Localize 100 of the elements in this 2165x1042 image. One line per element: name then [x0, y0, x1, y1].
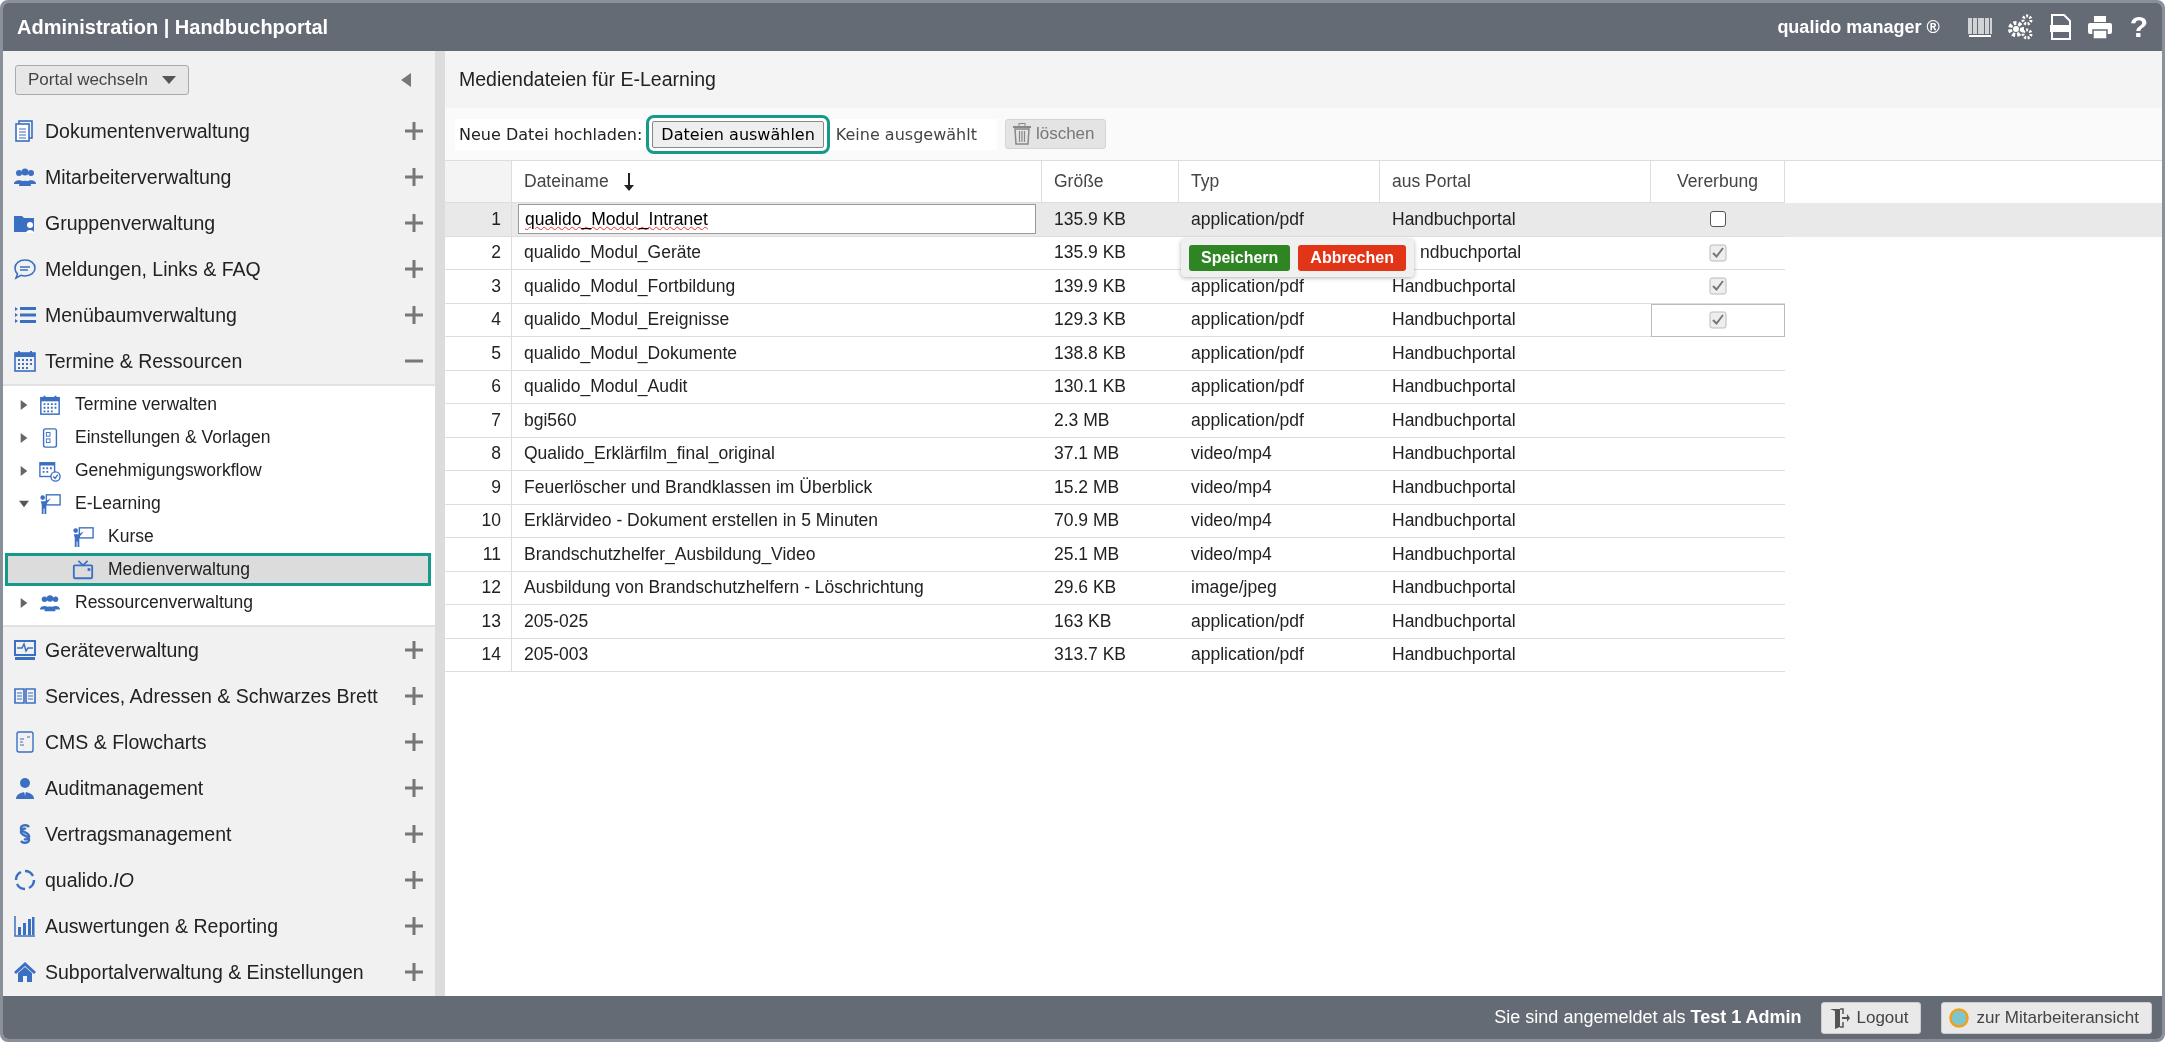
plus-icon[interactable]: [405, 871, 423, 889]
plus-icon[interactable]: [405, 260, 423, 278]
tree-item[interactable]: Genehmigungsworkflow: [75, 460, 262, 481]
table-cell: Erklärvideo - Dokument erstellen in 5 Minuten: [524, 510, 879, 532]
sidebar-item[interactable]: Geräteverwaltung: [45, 638, 199, 662]
table-cell: 130.1 KB: [1054, 376, 1126, 398]
table-row[interactable]: 9 Feuerlöscher und Brandklassen im Überblick 15.2 MB video/mp4 Handbuchportal: [445, 471, 2162, 505]
table-row[interactable]: 4 qualido_Modul_Ereignisse 129.3 KB application/pdf Handbuchportal: [445, 303, 2162, 337]
tree-item[interactable]: Ressourcenverwaltung: [75, 592, 253, 613]
table-row[interactable]: 14 205-003 313.7 KB application/pdf Handbuchportal: [445, 638, 2162, 672]
table-row[interactable]: 5 qualido_Modul_Dokumente 138.8 KB application/pdf Handbuchportal: [445, 337, 2162, 371]
table-row[interactable]: 7 bgi560 2.3 MB application/pdf Handbuchportal: [445, 404, 2162, 438]
help-button[interactable]: ?: [2129, 10, 2148, 44]
plus-icon[interactable]: [405, 963, 423, 981]
table-row[interactable]: 12 Ausbildung von Brandschutzhelfern - Löschrichtung 29.6 KB image/jpeg Handbuchportal: [445, 571, 2162, 605]
plus-icon[interactable]: [405, 122, 423, 140]
panel-title: Mediendateien für E-Learning: [445, 51, 2162, 108]
logout-button[interactable]: Logout: [1821, 1001, 1922, 1034]
table-cell: Handbuchportal: [1392, 577, 1516, 599]
table-cell: 29.6 KB: [1054, 577, 1117, 599]
table-row[interactable]: 3 qualido_Modul_Fortbildung 139.9 KB application/pdf Handbuchportal: [445, 270, 2162, 304]
table-cell: 15.2 MB: [1054, 476, 1120, 498]
table-cell: 70.9 MB: [1054, 510, 1120, 532]
checkbox[interactable]: [1710, 211, 1726, 228]
table-cell: qualido_Modul_Dokumente: [524, 342, 738, 364]
table-row[interactable]: 6 qualido_Modul_Audit 130.1 KB application/pdf Handbuchportal: [445, 370, 2162, 404]
table-row[interactable]: 10 Erklärvideo - Dokument erstellen in 5 Minuten 70.9 MB video/mp4 Handbuchportal: [445, 504, 2162, 538]
tree-item[interactable]: Kurse: [5, 520, 431, 553]
sidebar-item[interactable]: Auditmanagement: [45, 776, 204, 800]
plus-icon[interactable]: [405, 825, 423, 843]
table-cell: Handbuchportal: [1392, 644, 1516, 666]
row-number: 12: [481, 577, 501, 599]
table-cell: application/pdf: [1191, 644, 1304, 666]
door-exit-icon: [1828, 1006, 1851, 1029]
sidebar-item[interactable]: Subportalverwaltung & Einstellungen: [45, 960, 364, 984]
checkbox[interactable]: [1709, 311, 1727, 330]
table-cell: 163 KB: [1054, 610, 1112, 632]
table-cell: application/pdf: [1191, 610, 1304, 632]
page-icon: [13, 730, 37, 754]
sidebar-item[interactable]: Meldungen, Links & FAQ: [45, 257, 261, 281]
sidebar-item[interactable]: Menübaumverwaltung: [45, 303, 237, 327]
plus-icon[interactable]: [405, 168, 423, 186]
caret-right-icon[interactable]: [19, 398, 29, 411]
upload-label: Neue Datei hochladen:: [459, 124, 643, 144]
sidebar-item[interactable]: Auswertungen & Reporting: [45, 914, 279, 938]
row-number: 11: [482, 543, 501, 565]
collapse-icon[interactable]: [401, 72, 411, 87]
table-cell: 139.9 KB: [1054, 275, 1126, 297]
printer-icon[interactable]: [2085, 13, 2114, 41]
table-cell: 2.3 MB: [1054, 409, 1110, 431]
table-row[interactable]: 1 qualido_Modul_Intranet 135.9 KB application/pdf Handbuchportal: [445, 203, 2162, 237]
table-row[interactable]: 13 205-025 163 KB application/pdf Handbuchportal: [445, 605, 2162, 639]
row-number: 6: [491, 376, 501, 398]
table-cell: Handbuchportal: [1392, 610, 1516, 632]
sidebar-item[interactable]: CMS & Flowcharts: [45, 730, 207, 754]
plus-icon[interactable]: [405, 214, 423, 232]
plus-icon[interactable]: [405, 733, 423, 751]
row-number: 10: [481, 510, 501, 532]
table-cell: Qualido_Erklärfilm_final_original: [524, 443, 775, 465]
plus-icon[interactable]: [405, 687, 423, 705]
tree-item[interactable]: E-Learning: [75, 493, 161, 514]
file-status: Keine ausgewählt: [835, 124, 977, 144]
plus-icon[interactable]: [405, 779, 423, 797]
plus-icon[interactable]: [405, 917, 423, 935]
table-cell: video/mp4: [1191, 543, 1272, 565]
sidebar-item[interactable]: Dokumentenverwaltung: [45, 119, 250, 143]
sidebar-item[interactable]: Services, Adressen & Schwarzes Brett: [45, 684, 378, 708]
sidebar-item[interactable]: qualido.IO: [45, 868, 134, 892]
sidebar-item[interactable]: Gruppenverwaltung: [45, 211, 216, 235]
person-icon: [13, 776, 37, 800]
checkbox[interactable]: [1709, 243, 1727, 262]
speech-bubble-icon: [13, 257, 37, 281]
sidebar-item[interactable]: Termine & Ressourcen: [45, 349, 243, 373]
gears-icon[interactable]: [2005, 13, 2034, 41]
tree-item[interactable]: Einstellungen & Vorlagen: [75, 427, 271, 448]
table-cell: Ausbildung von Brandschutzhelfern - Löschrichtung: [524, 577, 924, 599]
save-button[interactable]: Speichern: [1189, 244, 1291, 271]
sidebar-item[interactable]: Vertragsmanagement: [45, 822, 232, 846]
tree-item[interactable]: Termine verwalten: [75, 394, 217, 415]
down-arrow-icon: [622, 172, 635, 191]
plus-icon[interactable]: [405, 306, 423, 324]
plus-icon[interactable]: [405, 641, 423, 659]
filename-input[interactable]: qualido_Modul_Intranet: [518, 204, 1036, 235]
login-status: Sie sind angemeldet als Test 1 Admin: [1494, 1007, 1802, 1028]
cancel-button[interactable]: Abbrechen: [1298, 244, 1406, 271]
product-name: qualido manager ®: [1777, 16, 1940, 38]
table-cell: qualido_Modul_Ereignisse: [524, 309, 730, 331]
sidebar-item[interactable]: Mitarbeiterverwaltung: [45, 165, 232, 189]
table-row[interactable]: 11 Brandschutzhelfer_Ausbildung_Video 25.1 MB video/mp4 Handbuchportal: [445, 538, 2162, 572]
caret-right-icon[interactable]: [19, 431, 29, 444]
table-cell: Handbuchportal: [1392, 275, 1516, 297]
checkbox[interactable]: [1709, 277, 1727, 296]
caret-right-icon[interactable]: [19, 596, 29, 609]
table-row[interactable]: 8 Qualido_Erklärfilm_final_original 37.1 MB video/mp4 Handbuchportal: [445, 437, 2162, 471]
employee-view-button[interactable]: zur Mitarbeiteransicht: [1941, 1001, 2152, 1034]
portal-switch-dropdown[interactable]: Portal wechseln: [15, 64, 189, 95]
tree-item[interactable]: Medienverwaltung: [5, 553, 431, 586]
caret-right-icon[interactable]: [19, 464, 29, 477]
table-row[interactable]: 2 qualido_Modul_Geräte 135.9 KB Speichern Abbrechen ndbuchportal: [445, 236, 2162, 270]
table-cell: Feuerlöscher und Brandklassen im Überblick: [524, 476, 873, 498]
